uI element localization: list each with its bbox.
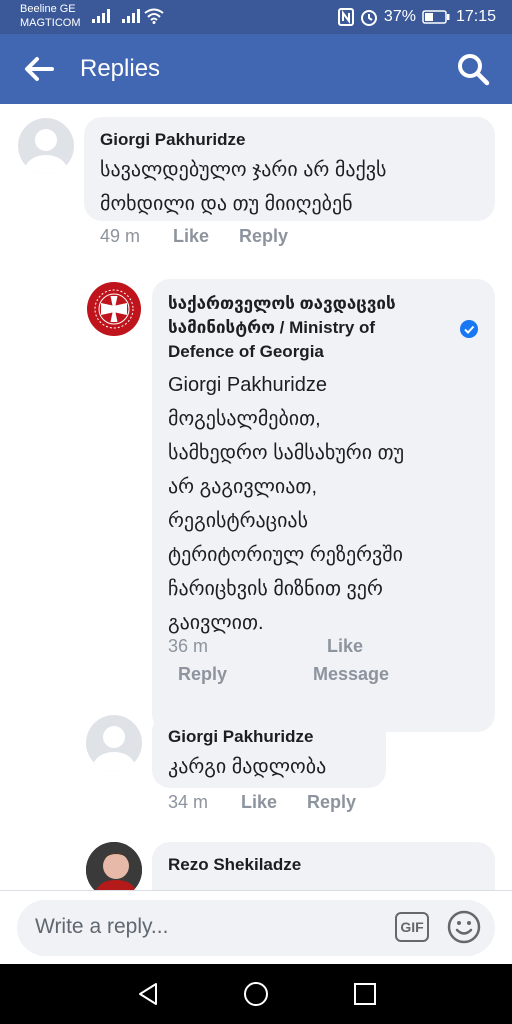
nfc-icon xyxy=(337,8,354,26)
profile-photo xyxy=(86,842,142,890)
comment-text: Giorgi Pakhuridze მოგესალმებით, სამხედრო… xyxy=(168,368,404,640)
nav-home-icon[interactable] xyxy=(243,981,269,1007)
avatar[interactable] xyxy=(86,842,142,890)
comment-bubble[interactable]: Rezo Shekiladze xyxy=(152,842,495,890)
default-avatar-icon xyxy=(93,726,135,771)
comment-actions: 36 m Like Reply Message xyxy=(0,636,512,690)
comment-bubble[interactable]: Giorgi Pakhuridze კარგი მადლობა xyxy=(152,714,386,788)
comment-line: სამხედრო სამსახური თუ xyxy=(168,442,405,464)
comment-line: ჩარიცხვის მიზნით ვერ xyxy=(168,578,383,600)
signal-icon xyxy=(92,9,110,23)
status-right: 37% 17:15 xyxy=(337,6,496,28)
carrier-info: Beeline GE MAGTICOM xyxy=(20,2,81,30)
gif-icon[interactable]: GIF xyxy=(395,912,429,942)
clock: 17:15 xyxy=(455,8,496,25)
like-button[interactable]: Like xyxy=(241,792,277,813)
comment-line: რეგისტრაციას xyxy=(168,510,309,532)
comment-text: კარგი მადლობა xyxy=(168,750,326,784)
reply-input[interactable]: Write a reply... GIF xyxy=(17,900,495,956)
reply-button[interactable]: Reply xyxy=(239,226,288,247)
comment-line: მოხდილი და თუ მიიღებენ xyxy=(100,193,353,215)
reply-button[interactable]: Reply xyxy=(307,792,356,813)
nav-recents-icon[interactable] xyxy=(353,982,377,1006)
author-line: სამინისტრო / Ministry of xyxy=(168,318,376,337)
replies-feed[interactable]: Giorgi Pakhuridze სავალდებულო ჯარი არ მა… xyxy=(0,104,512,890)
comment-time: 34 m xyxy=(168,792,209,812)
signal-icon xyxy=(122,9,140,23)
like-button[interactable]: Like xyxy=(327,636,363,657)
carrier-name-2: MAGTICOM xyxy=(20,17,81,29)
battery-icon xyxy=(422,10,450,24)
comment-line: გაივლით. xyxy=(168,612,264,634)
comment-line: კარგი მადლობა xyxy=(168,756,327,778)
system-nav-bar xyxy=(0,964,512,1024)
wifi-icon xyxy=(144,8,164,24)
app-bar: Replies xyxy=(0,34,512,104)
comment-author[interactable]: საქართველოს თავდაცვის სამინისტრო / Minis… xyxy=(168,292,396,364)
message-button[interactable]: Message xyxy=(313,664,389,685)
default-avatar-icon xyxy=(25,129,67,174)
comment-line: მოგესალმებით, xyxy=(168,408,321,430)
emoji-icon[interactable] xyxy=(447,910,481,944)
reply-placeholder: Write a reply... xyxy=(35,915,169,938)
avatar[interactable] xyxy=(86,281,142,337)
reply-button[interactable]: Reply xyxy=(178,664,227,685)
comment-time: 49 m xyxy=(100,226,141,246)
like-button[interactable]: Like xyxy=(173,226,209,247)
ministry-emblem-icon xyxy=(87,282,141,336)
carrier-name-1: Beeline GE xyxy=(20,3,76,15)
author-line: Defence of Georgia xyxy=(168,342,324,361)
reply-composer: Write a reply... GIF xyxy=(0,890,512,964)
comment-text: სავალდებულო ჯარი არ მაქვს მოხდილი და თუ … xyxy=(100,153,386,221)
verified-badge-icon xyxy=(460,320,478,338)
comment-actions: 34 m Like Reply xyxy=(0,792,512,818)
search-icon[interactable] xyxy=(456,52,490,86)
comment-line: ტერიტორიულ რეზერვში xyxy=(168,544,403,566)
comment-author[interactable]: Rezo Shekiladze xyxy=(168,855,301,875)
mention-name[interactable]: Giorgi Pakhuridze xyxy=(168,368,404,402)
alarm-icon xyxy=(360,10,377,26)
battery-percent: 37% xyxy=(383,8,416,25)
avatar[interactable] xyxy=(18,118,74,174)
comment-line: სავალდებულო ჯარი არ მაქვს xyxy=(100,159,387,181)
avatar[interactable] xyxy=(86,715,142,771)
comment-actions: 49 m Like Reply xyxy=(0,226,512,252)
author-line: საქართველოს თავდაცვის xyxy=(168,294,396,313)
comment-time: 36 m xyxy=(168,636,209,656)
back-arrow-icon[interactable] xyxy=(22,54,56,84)
comment-author[interactable]: Giorgi Pakhuridze xyxy=(168,727,313,747)
comment-line: არ გაგივლიათ, xyxy=(168,476,318,498)
comment-author[interactable]: Giorgi Pakhuridze xyxy=(100,130,245,150)
nav-back-icon[interactable] xyxy=(136,981,160,1007)
page-title: Replies xyxy=(80,55,161,82)
comment-bubble[interactable]: Giorgi Pakhuridze სავალდებულო ჯარი არ მა… xyxy=(84,117,495,221)
status-bar: Beeline GE MAGTICOM 37% 17:15 xyxy=(0,0,512,34)
